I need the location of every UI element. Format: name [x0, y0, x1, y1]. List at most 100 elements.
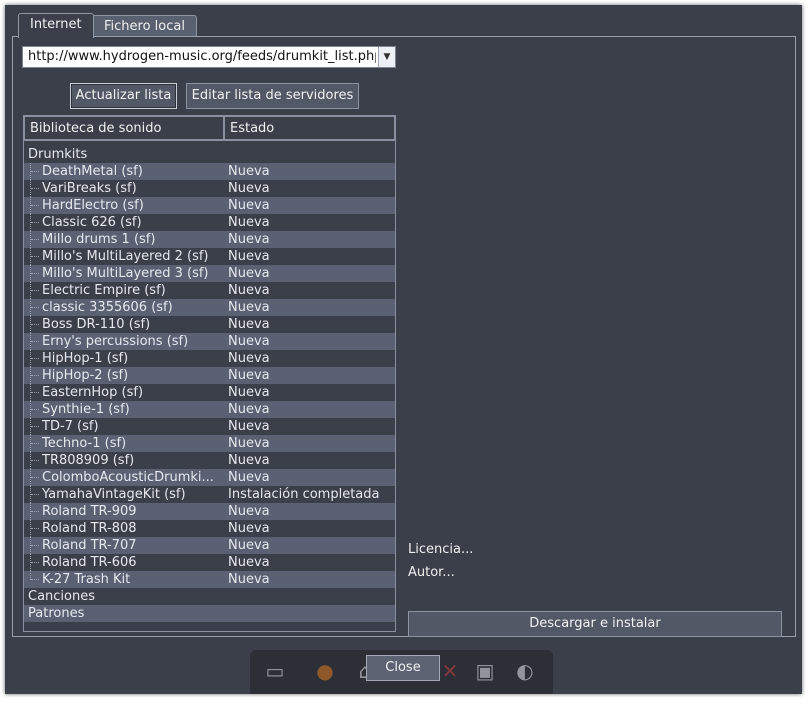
column-header-library[interactable]: Biblioteca de sonido [24, 116, 224, 140]
license-label: Licencia... [408, 542, 474, 557]
table-row[interactable]: TR808909 (sf) Nueva [24, 452, 395, 469]
drumkit-name: Electric Empire (sf) [42, 283, 166, 298]
drumkit-name: K-27 Trash Kit [42, 572, 131, 587]
table-row[interactable]: Roland TR-909 Nueva [24, 503, 395, 520]
drumkit-name: Millo drums 1 (sf) [42, 232, 156, 247]
drumkit-status: Nueva [228, 300, 270, 315]
tree-branch-line [30, 299, 41, 316]
drumkit-name: YamahaVintageKit (sf) [42, 487, 186, 502]
drumkit-name: Millo's MultiLayered 3 (sf) [42, 266, 209, 281]
category-label: Canciones [28, 589, 96, 604]
drumkit-status: Nueva [228, 470, 270, 485]
drumkit-status: Nueva [228, 521, 270, 536]
tree-branch-line [30, 333, 41, 350]
drumkit-status: Nueva [228, 385, 270, 400]
tree-branch-line [30, 554, 41, 571]
drumkit-status: Nueva [228, 368, 270, 383]
table-row[interactable]: EasternHop (sf) Nueva [24, 384, 395, 401]
drumkit-name: VariBreaks (sf) [42, 181, 137, 196]
library-tree[interactable]: Biblioteca de sonido Estado Drumkits Deat… [23, 115, 396, 632]
drumkit-name: DeathMetal (sf) [42, 164, 143, 179]
speaker-icon[interactable]: ◐ [510, 656, 540, 686]
table-row[interactable]: Electric Empire (sf) Nueva [24, 282, 395, 299]
network-icon[interactable]: ▭ [260, 656, 290, 686]
tree-branch-line [30, 197, 41, 214]
tree-branch-line [30, 265, 41, 282]
tree-rows: Drumkits DeathMetal (sf) Nueva VariBreaks (… [24, 146, 395, 622]
update-list-button[interactable]: Actualizar lista [70, 83, 177, 109]
drumkit-status: Nueva [228, 351, 270, 366]
edit-servers-button[interactable]: Editar lista de servidores [186, 83, 359, 109]
drumkit-name: HardElectro (sf) [42, 198, 144, 213]
table-row[interactable]: Synthie-1 (sf) Nueva [24, 401, 395, 418]
table-row[interactable]: DeathMetal (sf) Nueva [24, 163, 395, 180]
drumkit-status: Nueva [228, 504, 270, 519]
tree-branch-line [30, 520, 41, 537]
drumkit-name: HipHop-2 (sf) [42, 368, 129, 383]
drumkit-status: Nueva [228, 164, 270, 179]
table-row[interactable]: Erny's percussions (sf) Nueva [24, 333, 395, 350]
table-row[interactable]: K-27 Trash Kit Nueva [24, 571, 395, 588]
tree-branch-line [30, 503, 41, 520]
table-row[interactable]: Millo's MultiLayered 3 (sf) Nueva [24, 265, 395, 282]
table-row[interactable]: HipHop-1 (sf) Nueva [24, 350, 395, 367]
table-row[interactable]: Millo drums 1 (sf) Nueva [24, 231, 395, 248]
drumkit-status: Nueva [228, 266, 270, 281]
drumkit-status: Nueva [228, 198, 270, 213]
table-row[interactable]: Roland TR-707 Nueva [24, 537, 395, 554]
drumkit-name: TD-7 (sf) [42, 419, 99, 434]
table-row[interactable]: Techno-1 (sf) Nueva [24, 435, 395, 452]
hydrogen-icon[interactable]: ▣ [470, 656, 500, 686]
chevron-down-icon[interactable]: ▼ [378, 47, 395, 67]
table-row[interactable]: ColomboAcousticDrumki... Nueva [24, 469, 395, 486]
tree-branch-line [30, 384, 41, 401]
category-label: Patrones [28, 606, 85, 621]
drumkit-status: Nueva [228, 334, 270, 349]
drumkit-name: Roland TR-909 [42, 504, 137, 519]
tree-branch-line [30, 367, 41, 384]
tree-category[interactable]: Canciones [24, 588, 395, 605]
drumkit-name: Roland TR-707 [42, 538, 137, 553]
column-header-status[interactable]: Estado [224, 116, 395, 140]
table-row[interactable]: VariBreaks (sf) Nueva [24, 180, 395, 197]
tree-branch-line [30, 418, 41, 435]
drumkit-status: Nueva [228, 317, 270, 332]
drumkit-name: Boss DR-110 (sf) [42, 317, 151, 332]
tree-branch-line [30, 486, 41, 503]
tree-branch-line [30, 163, 41, 180]
drumkit-status: Nueva [228, 249, 270, 264]
drumkit-status: Nueva [228, 419, 270, 434]
category-label: Drumkits [28, 147, 88, 162]
drumkit-name: Millo's MultiLayered 2 (sf) [42, 249, 209, 264]
table-row[interactable]: Roland TR-606 Nueva [24, 554, 395, 571]
tree-branch-line [30, 214, 41, 231]
tree-category[interactable]: Patrones [24, 605, 395, 622]
tree-branch-line [30, 350, 41, 367]
tab-internet[interactable]: Internet [18, 13, 94, 38]
table-row[interactable]: YamahaVintageKit (sf) Instalación complet… [24, 486, 395, 503]
close-button[interactable]: Close [366, 655, 440, 681]
drumkit-name: Synthie-1 (sf) [42, 402, 130, 417]
drumkit-name: Roland TR-606 [42, 555, 137, 570]
table-row[interactable]: classic 3355606 (sf) Nueva [24, 299, 395, 316]
drumkit-name: TR808909 (sf) [42, 453, 135, 468]
tab-local-file[interactable]: Fichero local [92, 15, 197, 37]
tree-branch-line [30, 469, 41, 486]
tree-branch-line [30, 282, 41, 299]
server-url-combobox[interactable]: http://www.hydrogen-music.org/feeds/drum… [22, 46, 396, 68]
drumkit-status: Nueva [228, 181, 270, 196]
table-row[interactable]: Roland TR-808 Nueva [24, 520, 395, 537]
server-url-value: http://www.hydrogen-music.org/feeds/drum… [28, 49, 376, 64]
table-row[interactable]: Classic 626 (sf) Nueva [24, 214, 395, 231]
drumkit-status: Nueva [228, 283, 270, 298]
table-row[interactable]: HipHop-2 (sf) Nueva [24, 367, 395, 384]
tree-category[interactable]: Drumkits [24, 146, 395, 163]
download-install-button[interactable]: Descargar e instalar [408, 611, 782, 637]
table-row[interactable]: Boss DR-110 (sf) Nueva [24, 316, 395, 333]
firefox-icon[interactable]: ● [310, 656, 340, 686]
tree-branch-line [30, 435, 41, 452]
table-row[interactable]: TD-7 (sf) Nueva [24, 418, 395, 435]
table-row[interactable]: Millo's MultiLayered 2 (sf) Nueva [24, 248, 395, 265]
table-row[interactable]: HardElectro (sf) Nueva [24, 197, 395, 214]
tree-header: Biblioteca de sonido Estado [24, 116, 395, 141]
